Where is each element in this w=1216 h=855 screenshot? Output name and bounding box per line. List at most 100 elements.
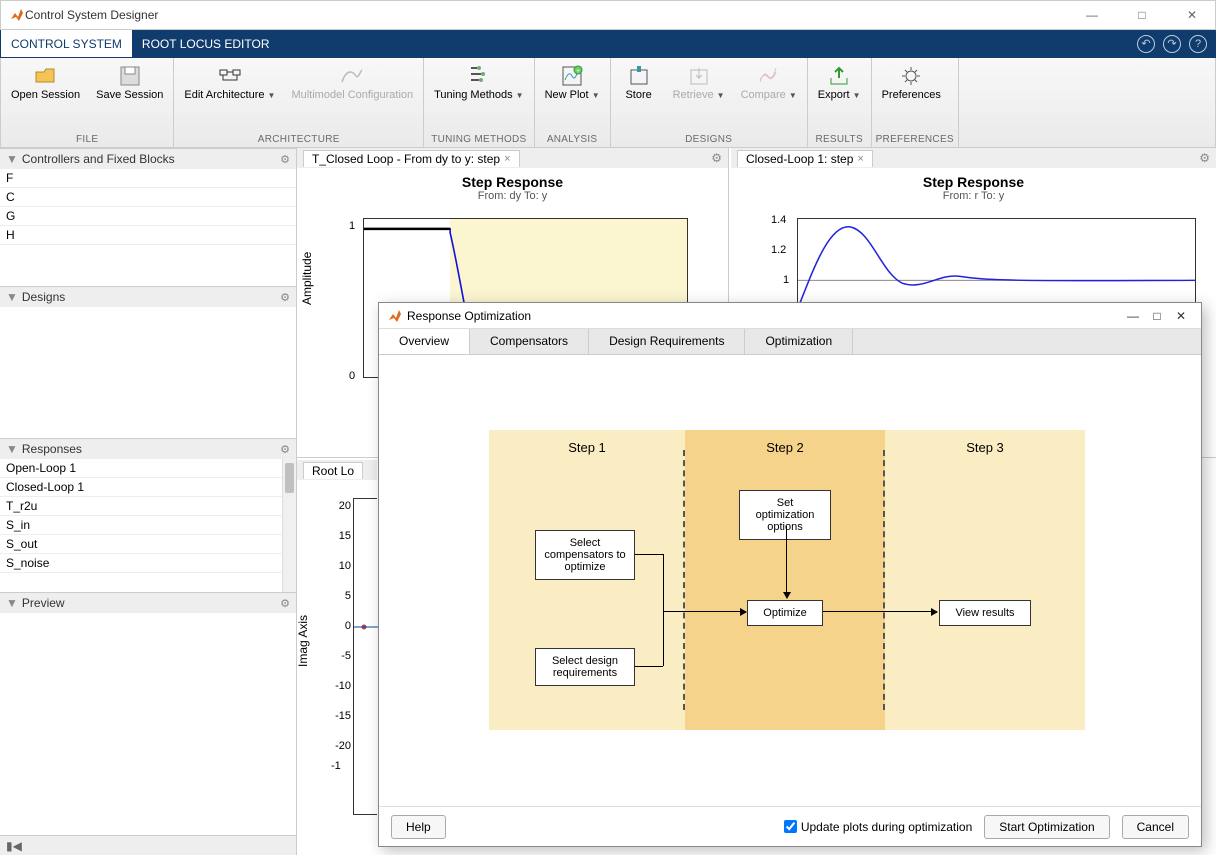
ribbon-tabstrip: CONTROL SYSTEM ROOT LOCUS EDITOR ↶ ↷ ? — [0, 30, 1216, 58]
close-button[interactable]: ✕ — [1177, 8, 1207, 22]
gear-icon[interactable]: ⚙ — [280, 153, 290, 166]
rewind-icon[interactable]: ▮◀ — [6, 839, 22, 853]
redo-button[interactable]: ↷ — [1163, 35, 1181, 53]
minimize-button[interactable]: — — [1077, 8, 1107, 22]
list-item[interactable]: T_r2u — [0, 497, 296, 516]
panel-title-preview: Preview — [22, 596, 65, 610]
plot-title: Step Response — [731, 174, 1216, 190]
store-icon — [627, 64, 651, 88]
toolstrip: Open Session Save Session FILE Edit Arch… — [0, 58, 1216, 148]
plot-subtitle: From: dy To: y — [297, 190, 728, 202]
gear-icon[interactable]: ⚙ — [1199, 151, 1210, 165]
update-plots-checkbox-input[interactable] — [784, 820, 797, 833]
save-icon — [118, 64, 142, 88]
workflow-diagram: Step 1 Step 2 Step 3 Select compensators… — [489, 430, 1085, 730]
undo-button[interactable]: ↶ — [1137, 35, 1155, 53]
panel-responses: ▼ Responses ⚙ Open-Loop 1 Closed-Loop 1 … — [0, 438, 296, 592]
box-results: View results — [939, 600, 1031, 626]
gear-large-icon — [899, 64, 923, 88]
new-plot-button[interactable]: + New Plot ▼ — [539, 62, 606, 105]
group-label-tuning: TUNING METHODS — [424, 132, 533, 147]
tab-overview[interactable]: Overview — [379, 329, 470, 354]
list-item[interactable]: Closed-Loop 1 — [0, 478, 296, 497]
y-axis-label: Amplitude — [300, 252, 314, 305]
gear-icon[interactable]: ⚙ — [280, 597, 290, 610]
matlab-logo-icon — [387, 308, 403, 324]
plot-tab-root-locus[interactable]: Root Lo — [303, 462, 363, 479]
list-item[interactable]: C — [0, 188, 296, 207]
retrieve-icon — [687, 64, 711, 88]
plot-tab-left[interactable]: T_Closed Loop - From dy to y: step × — [303, 150, 520, 167]
help-button[interactable]: ? — [1189, 35, 1207, 53]
matlab-logo-icon — [9, 7, 25, 23]
tab-compensators[interactable]: Compensators — [470, 329, 589, 354]
store-button[interactable]: Store — [615, 62, 663, 104]
save-session-button[interactable]: Save Session — [90, 62, 169, 104]
plot-subtitle: From: r To: y — [731, 190, 1216, 202]
compare-button: Compare ▼ — [735, 62, 803, 105]
open-session-button[interactable]: Open Session — [5, 62, 86, 104]
window-title: Control System Designer — [25, 8, 1077, 22]
tab-optimization[interactable]: Optimization — [745, 329, 853, 354]
statusbar: ▮◀ — [0, 835, 296, 855]
cancel-button[interactable]: Cancel — [1122, 815, 1189, 839]
tuning-methods-button[interactable]: Tuning Methods ▼ — [428, 62, 529, 105]
list-item[interactable]: S_in — [0, 516, 296, 535]
dialog-minimize-button[interactable]: — — [1121, 309, 1145, 323]
preferences-button[interactable]: Preferences — [876, 62, 947, 104]
export-icon — [827, 64, 851, 88]
list-item[interactable]: F — [0, 169, 296, 188]
box-optimize: Optimize — [747, 600, 823, 626]
panel-title-designs: Designs — [22, 290, 65, 304]
dialog-maximize-button[interactable]: □ — [1145, 309, 1169, 323]
gear-icon[interactable]: ⚙ — [280, 443, 290, 456]
list-item[interactable]: H — [0, 226, 296, 245]
gear-icon[interactable]: ⚙ — [711, 151, 722, 165]
collapse-icon[interactable]: ▼ — [6, 442, 18, 456]
collapse-icon[interactable]: ▼ — [6, 152, 18, 166]
architecture-icon — [218, 64, 242, 88]
panel-preview: ▼ Preview ⚙ — [0, 592, 296, 835]
compare-icon — [757, 64, 781, 88]
y-axis-label: Imag Axis — [296, 615, 310, 667]
collapse-icon[interactable]: ▼ — [6, 596, 18, 610]
multimodel-icon — [340, 64, 364, 88]
list-item[interactable]: Open-Loop 1 — [0, 459, 296, 478]
export-button[interactable]: Export ▼ — [812, 62, 867, 105]
group-label-designs: DESIGNS — [611, 132, 807, 147]
close-tab-icon[interactable]: × — [504, 153, 510, 165]
scrollbar[interactable] — [282, 459, 296, 592]
panel-controllers: ▼ Controllers and Fixed Blocks ⚙ F C G H — [0, 148, 296, 286]
tab-root-locus-editor[interactable]: ROOT LOCUS EDITOR — [132, 30, 280, 57]
main-titlebar: Control System Designer — □ ✕ — [0, 0, 1216, 30]
box-options: Set optimization options — [739, 490, 831, 540]
step3-label: Step 3 — [966, 440, 1004, 455]
root-locus-chart[interactable] — [353, 498, 377, 815]
step-chart-right[interactable] — [797, 218, 1196, 308]
multimodel-config-button: Multimodel Configuration — [285, 62, 419, 104]
group-label-preferences: PREFERENCES — [872, 132, 958, 147]
group-label-file: FILE — [1, 132, 173, 147]
plot-tab-right[interactable]: Closed-Loop 1: step × — [737, 150, 873, 167]
tab-control-system[interactable]: CONTROL SYSTEM — [1, 30, 132, 57]
step1-label: Step 1 — [568, 440, 606, 455]
dialog-close-button[interactable]: ✕ — [1169, 309, 1193, 323]
close-tab-icon[interactable]: × — [857, 153, 863, 165]
retrieve-button: Retrieve ▼ — [667, 62, 731, 105]
help-button[interactable]: Help — [391, 815, 446, 839]
group-label-analysis: ANALYSIS — [535, 132, 610, 147]
step2-label: Step 2 — [766, 440, 804, 455]
gear-icon[interactable]: ⚙ — [280, 291, 290, 304]
plot-title: Step Response — [297, 174, 728, 190]
list-item[interactable]: S_noise — [0, 554, 296, 573]
update-plots-checkbox[interactable]: Update plots during optimization — [784, 820, 972, 834]
list-item[interactable]: S_out — [0, 535, 296, 554]
panel-title-responses: Responses — [22, 442, 82, 456]
collapse-icon[interactable]: ▼ — [6, 290, 18, 304]
tab-design-requirements[interactable]: Design Requirements — [589, 329, 745, 354]
edit-architecture-button[interactable]: Edit Architecture ▼ — [178, 62, 281, 105]
box-compensators: Select compensators to optimize — [535, 530, 635, 580]
maximize-button[interactable]: □ — [1127, 8, 1157, 22]
list-item[interactable]: G — [0, 207, 296, 226]
start-optimization-button[interactable]: Start Optimization — [984, 815, 1109, 839]
